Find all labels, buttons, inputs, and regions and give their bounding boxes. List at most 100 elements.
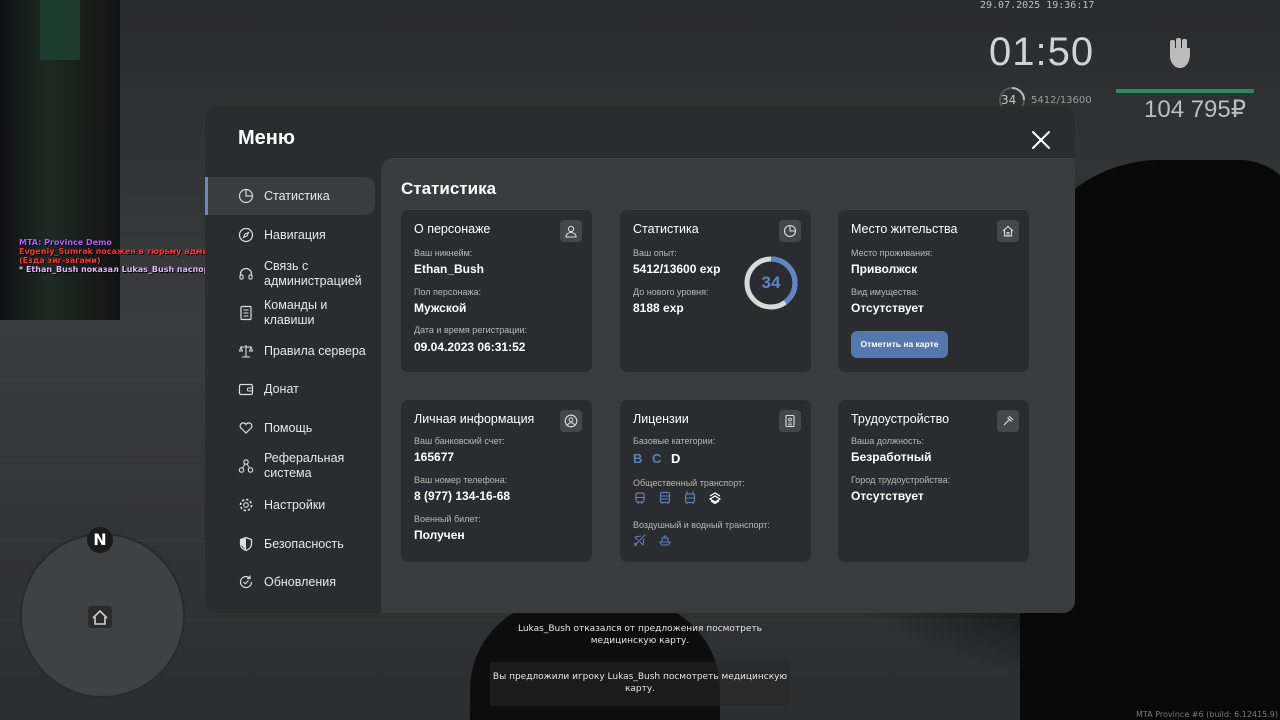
taxi-icon [708,492,722,505]
user-circle-icon [564,414,578,428]
bank-label: Ваш банковский счет: [414,436,505,446]
card-icon-button [560,220,582,242]
sidebar-item-settings[interactable]: Настройки [205,486,375,524]
headset-icon [239,267,253,280]
sidebar-item-label: Правила сервера [264,343,366,358]
boat-icon [659,535,671,546]
sidebar-item-label: Настройки [264,497,326,512]
card-title: Трудоустройство [851,412,950,426]
nickname-value: Ethan_Bush [414,262,485,276]
card-title: Место жительства [851,222,958,236]
bus-icon [659,491,671,504]
hud-level: 34 [1001,93,1017,107]
registration-value: 09.04.2023 06:31:52 [414,340,526,354]
air-water-icons [633,533,683,547]
sidebar-item-rules[interactable]: Правила сервера [205,332,375,370]
notification: Вы предложили игроку Lukas_Bush посмотре… [490,662,790,706]
user-icon [565,225,577,238]
refresh-icon [239,575,253,589]
hud-health-bar [1116,89,1254,93]
close-icon[interactable] [1030,129,1052,151]
sidebar-item-label: Статистика [264,188,330,203]
sidebar-item-label: Помощь [264,420,313,435]
document-icon [240,305,252,321]
next-level-label: До нового уровня: [633,287,709,297]
sidebar-item-label: Обновления [264,574,336,589]
bank-value: 165677 [414,450,455,464]
card-character: О персонаже Ваш никнейм: Ethan_Bush Пол … [401,210,592,372]
work-city-label: Город трудоустройства: [851,475,951,485]
card-icon-button [779,410,801,432]
license-categories: B C D [633,451,686,466]
sidebar-item-help[interactable]: Помощь [205,409,375,447]
card-employment: Трудоустройство Ваша должность: Безработ… [838,400,1029,562]
menu-title: Меню [238,127,295,149]
public-transport-icons [633,491,733,505]
mark-on-map-button[interactable]: Отметить на карте [851,331,948,358]
hud-exp: 5412/13600 [1031,95,1092,106]
hammer-icon [1003,415,1014,426]
license-category-c: C [652,451,662,466]
card-icon-button [997,220,1019,242]
card-icon-button [997,410,1019,432]
network-icon [238,459,254,473]
compass-icon [238,227,254,243]
sidebar-item-statistics[interactable]: Статистика [205,177,375,215]
level-number: 34 [761,273,781,292]
nickname-label: Ваш никнейм: [414,248,473,258]
hud-clock: 01:50 [989,30,1095,74]
military-value: Получен [414,528,465,542]
sidebar-item-referral[interactable]: Реферальная система [205,447,375,485]
residence-value: Приволжск [851,262,918,276]
sidebar-item-security[interactable]: Безопасность [205,525,375,563]
content-panel: Статистика О персонаже Ваш никнейм: Etha… [381,158,1075,613]
registration-label: Дата и время регистрации: [414,325,527,335]
sidebar-item-navigation[interactable]: Навигация [205,216,375,254]
gear-icon [239,498,253,512]
card-title: Личная информация [414,412,535,426]
shield-icon [239,536,253,552]
sidebar-item-label: Навигация [264,227,326,242]
card-icon-button [560,410,582,432]
card-personal-info: Личная информация Ваш банковский счет: 1… [401,400,592,562]
work-city-value: Отсутствует [851,489,924,503]
trolleybus-icon [684,491,696,504]
scales-icon [238,345,254,358]
minimap-north: N [87,527,113,553]
property-label: Вид имущества: [851,287,919,297]
base-categories-label: Базовые категории: [633,436,716,446]
card-icon-button [779,220,801,242]
gender-value: Мужской [414,301,467,315]
build-info: MTA Province #6 (build: 6.12415.9) [1136,710,1278,719]
sidebar-item-commands[interactable]: Команды и клавиши [205,294,375,332]
home-icon [1002,225,1014,237]
position-value: Безработный [851,450,932,464]
pie-chart-icon [238,188,254,204]
sidebar-item-updates[interactable]: Обновления [205,563,375,601]
content-title: Статистика [401,179,497,198]
sidebar-item-admin-contact[interactable]: Связь с администрацией [205,255,375,293]
pie-chart-icon [783,224,797,238]
phone-label: Ваш номер телефона: [414,475,508,485]
next-level-value: 8188 exp [633,301,684,315]
sidebar-item-label: Безопасность [264,536,344,551]
airplane-icon [633,534,646,547]
residence-label: Место проживания: [851,248,933,258]
card-stats: Статистика Ваш опыт: 5412/13600 exp До н… [620,210,811,372]
hud-money: 104 795₽ [1144,96,1247,123]
sidebar-item-label: Реферальная система [264,451,345,480]
menu-window: Меню Статистика Навигация Связь с админи… [205,106,1075,613]
notification: Lukas_Bush отказался от предложения посм… [518,624,762,646]
sidebar-item-label: Донат [264,381,299,396]
tram-icon [635,492,645,505]
military-label: Военный билет: [414,514,481,524]
license-category-b: B [633,451,643,466]
hud-datetime: 29.07.2025 19:36:17 [980,0,1095,11]
heart-hand-icon [239,422,253,434]
license-card-icon [785,414,795,428]
card-title: Статистика [633,222,699,236]
sidebar-item-donate[interactable]: Донат [205,370,375,408]
public-transport-label: Общественный транспорт: [633,478,745,488]
card-title: О персонаже [414,222,491,236]
position-label: Ваша должность: [851,436,924,446]
